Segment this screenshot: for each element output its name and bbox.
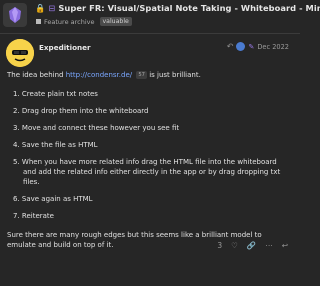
list-item-continued: files.: [23, 178, 40, 186]
list-item: 3. Move and connect these however you se…: [13, 124, 180, 132]
category-color-square: [36, 19, 41, 24]
list-item: 4. Save the file as HTML: [13, 141, 98, 149]
post-meta: ↶ ✎ Dec 2022: [227, 42, 289, 51]
more-icon[interactable]: ⋯: [265, 241, 273, 250]
like-icon[interactable]: ♡: [231, 241, 238, 250]
intro-prefix: The idea behind: [7, 71, 66, 79]
app-logo-icon[interactable]: [3, 3, 27, 27]
pin-icon: ✎: [248, 42, 255, 51]
post-author[interactable]: Expeditioner: [39, 43, 91, 52]
tag-badge[interactable]: valuable: [99, 17, 132, 26]
list-item: 6. Save again as HTML: [13, 195, 93, 203]
topic-window: 🔒 ⊟ Super FR: Visual/Spatial Note Taking -…: [0, 0, 320, 286]
category-name[interactable]: Feature archive: [44, 18, 95, 26]
lock-icon: 🔒: [35, 3, 46, 13]
list-item: 1. Create plain txt notes: [13, 90, 98, 98]
list-item-continued: and add the related info either directly…: [23, 168, 281, 176]
post: Expeditioner ↶ ✎ Dec 2022 The idea behin…: [0, 34, 300, 286]
closing-line: Sure there are many rough edges but this…: [7, 231, 262, 239]
intro-suffix: is just brilliant.: [146, 71, 201, 79]
post-date[interactable]: Dec 2022: [257, 43, 289, 51]
category-icon: ⊟: [48, 3, 56, 13]
avatar[interactable]: [6, 39, 34, 67]
reply-avatar[interactable]: [236, 42, 246, 51]
link-icon[interactable]: 🔗: [247, 241, 256, 250]
topic-header: 🔒 ⊟ Super FR: Visual/Spatial Note Taking -…: [0, 0, 320, 34]
reply-icon[interactable]: ↩: [282, 241, 288, 250]
list-item: 5. When you have more related info drag …: [13, 158, 277, 166]
post-body: The idea behind http://condensr.de/ 57 i…: [7, 70, 295, 80]
list-item: 2. Drag drop them into the whiteboard: [13, 107, 149, 115]
topic-meta: Feature archive valuable: [36, 17, 132, 26]
reply-arrow-icon[interactable]: ↶: [227, 42, 234, 51]
closing-line: emulate and build on top of it.: [7, 241, 114, 249]
topic-title[interactable]: Super FR: Visual/Spatial Note Taking - W…: [58, 3, 320, 13]
like-count[interactable]: 3: [217, 241, 222, 250]
link-count: 57: [136, 71, 147, 79]
condensr-link[interactable]: http://condensr.de/: [66, 71, 132, 79]
list-item: 7. Reiterate: [13, 212, 54, 220]
post-intro: The idea behind http://condensr.de/ 57 i…: [7, 70, 295, 80]
post-actions: 3 ♡ 🔗 ⋯ ↩: [217, 241, 288, 250]
topic-title-row[interactable]: 🔒 ⊟ Super FR: Visual/Spatial Note Taking -…: [35, 3, 320, 14]
